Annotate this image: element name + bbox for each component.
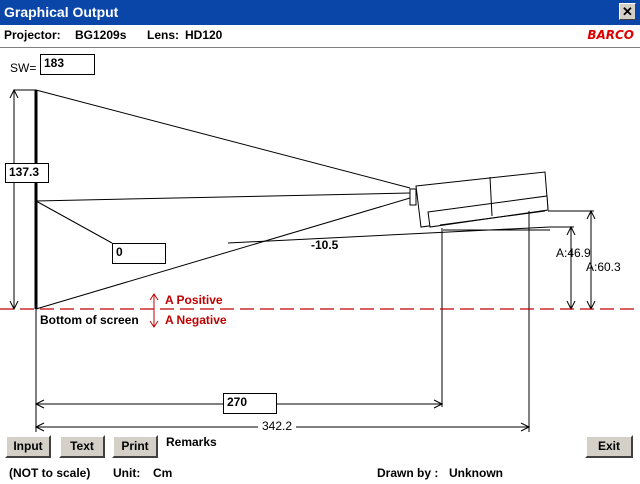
- tilt-angle-label: -10.5: [311, 238, 339, 252]
- projector-icon: [409, 171, 549, 228]
- barco-logo: BARCO: [587, 28, 634, 42]
- input-button[interactable]: Input: [5, 435, 51, 458]
- bottom-of-screen-label: Bottom of screen: [40, 313, 139, 327]
- window-title: Graphical Output: [4, 4, 119, 20]
- lens-value: HD120: [185, 28, 223, 42]
- close-button[interactable]: ✕: [619, 3, 636, 20]
- drawn-by-label: Drawn by :: [377, 466, 439, 480]
- tilt-line: [227, 226, 551, 244]
- info-bar: Projector: BG1209s Lens: HD120 BARCO: [0, 25, 640, 47]
- lens-label: Lens:: [147, 28, 180, 42]
- scale-note: (NOT to scale): [9, 466, 91, 480]
- remarks-label: Remarks: [166, 435, 217, 449]
- a-negative-label: A Negative: [165, 313, 227, 327]
- print-button[interactable]: Print: [112, 435, 158, 458]
- sw-value: 183: [40, 54, 95, 75]
- exit-button[interactable]: Exit: [585, 435, 633, 458]
- a-positive-label: A Positive: [165, 293, 223, 307]
- projection-axis: [35, 192, 411, 202]
- title-bar: Graphical Output ✕: [0, 0, 640, 25]
- sw-label: SW=: [10, 61, 37, 75]
- distance-lens-value: 270: [223, 393, 277, 414]
- projector-label: Projector:: [4, 28, 61, 42]
- screen-height-value: 137.3: [5, 163, 49, 183]
- a-large-label: A:60.3: [586, 260, 621, 274]
- drawn-by-value: Unknown: [449, 466, 503, 480]
- distance-total-label: 342.2: [258, 419, 297, 433]
- projector-offset-value: 0: [112, 243, 166, 264]
- text-button[interactable]: Text: [59, 435, 105, 458]
- projection-ray-top: [35, 89, 411, 189]
- a-small-label: A:46.9: [556, 246, 591, 260]
- projector-value: BG1209s: [75, 28, 127, 42]
- projection-ray-bottom: [35, 197, 411, 310]
- unit-label: Unit:: [113, 466, 141, 480]
- unit-value: Cm: [153, 466, 173, 480]
